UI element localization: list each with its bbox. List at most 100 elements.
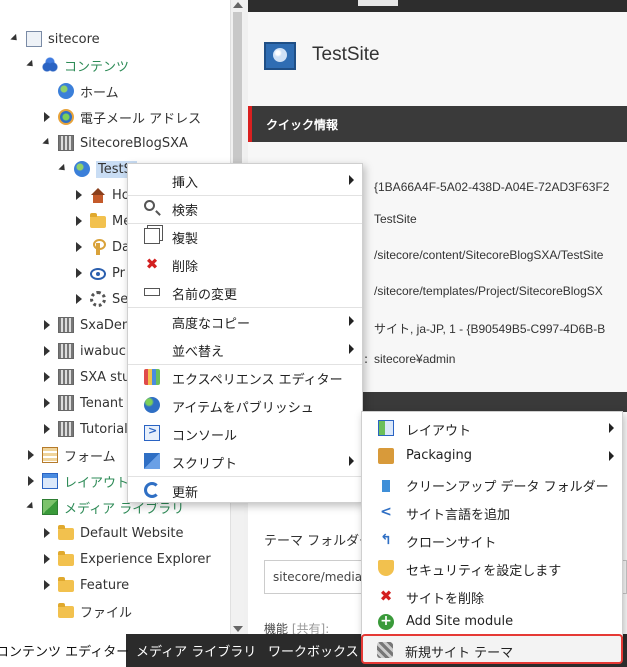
menu-item-refresh[interactable]: 更新	[128, 476, 362, 504]
context-menu: 挿入 検索 複製 ✖ 削除 名前の変更 高度なコピー 並べ替え エクスペリエンス…	[127, 163, 363, 503]
expand-toggle-icon[interactable]	[42, 138, 52, 148]
theme-folder-label: テーマ フォルダー	[264, 534, 373, 549]
tree-node-email[interactable]: 電子メール アドレス	[42, 106, 201, 128]
tree-node-sxademo[interactable]: SxaDem	[42, 314, 135, 336]
tree-node-files[interactable]: ファイル	[42, 600, 132, 622]
expand-toggle-icon[interactable]	[26, 502, 36, 512]
submenu-item-new-site-theme[interactable]: 新規サイト テーマ	[361, 634, 623, 664]
media-library-icon	[42, 499, 58, 515]
tree-node-forms[interactable]: フォーム	[26, 444, 116, 466]
tree-node-iwabuchi[interactable]: iwabuch	[42, 340, 134, 362]
tree-node-data[interactable]: Da	[74, 236, 130, 258]
expand-toggle-icon[interactable]	[42, 528, 52, 538]
tab-content-editor[interactable]: コンテンツ エディター	[0, 634, 129, 667]
menu-item-duplicate[interactable]: 複製	[128, 222, 362, 250]
tree-node-label: Feature	[80, 577, 130, 593]
menu-item-label: 新規サイト テーマ	[405, 646, 514, 661]
expand-toggle-icon[interactable]	[74, 216, 84, 226]
tree-node-tutorial[interactable]: Tutorial	[42, 418, 128, 440]
experience-editor-icon	[144, 369, 160, 385]
tree-node-default-website[interactable]: Default Website	[42, 522, 183, 544]
tree-node-label: Experience Explorer	[80, 551, 211, 567]
tab-label: メディア ライブラリ	[136, 645, 257, 660]
tree-node-media[interactable]: Me	[74, 210, 131, 232]
tab-media-library[interactable]: メディア ライブラリ	[130, 634, 257, 667]
gear-icon	[90, 291, 106, 307]
menu-item-sort[interactable]: 並べ替え	[128, 335, 362, 363]
expand-toggle-icon[interactable]	[74, 242, 84, 252]
tree-node-sxa-studio[interactable]: SXA stu	[42, 366, 130, 388]
submenu-arrow-icon	[349, 344, 354, 354]
theme-icon	[377, 642, 393, 658]
shield-icon	[378, 560, 394, 576]
expand-toggle-icon[interactable]	[42, 112, 52, 122]
submenu-item-add-language[interactable]: < サイト言語を追加	[362, 498, 622, 526]
rename-icon	[144, 288, 160, 296]
tree-node-tenant[interactable]: Tenant	[42, 392, 123, 414]
submenu-item-cleanup[interactable]: クリーンアップ データ フォルダー	[362, 470, 622, 498]
tree-node-home-page[interactable]: Ho	[74, 184, 130, 206]
menu-item-label: Packaging	[406, 448, 472, 463]
menu-item-label: 複製	[172, 232, 199, 247]
tree-node-sitecore[interactable]: sitecore	[10, 28, 100, 50]
expand-toggle-icon[interactable]	[26, 450, 36, 460]
folder-icon	[58, 577, 74, 592]
item-version-value: サイト, ja-JP, 1 - {B90549B5-C997-4D6B-B	[374, 322, 606, 336]
expand-toggle-icon[interactable]	[26, 476, 36, 486]
copy-icon	[144, 228, 160, 244]
scroll-up-icon[interactable]	[233, 2, 243, 8]
tree-node-settings[interactable]: Se	[74, 288, 128, 310]
expand-toggle-icon[interactable]	[42, 398, 52, 408]
expand-toggle-icon[interactable]	[42, 580, 52, 590]
expand-toggle-icon[interactable]	[42, 372, 52, 382]
menu-item-advanced-copy[interactable]: 高度なコピー	[128, 307, 362, 335]
tree-node-feature[interactable]: Feature	[42, 574, 129, 596]
quick-info-header[interactable]: クイック情報	[248, 106, 627, 142]
submenu-arrow-icon	[349, 316, 354, 326]
expand-toggle-icon[interactable]	[74, 268, 84, 278]
menu-item-rename[interactable]: 名前の変更	[128, 278, 362, 306]
tree-node-label: Default Website	[80, 525, 184, 541]
submenu-item-security[interactable]: セキュリティを設定します	[362, 554, 622, 582]
menu-item-delete[interactable]: ✖ 削除	[128, 250, 362, 278]
expand-toggle-icon[interactable]	[26, 60, 36, 70]
submenu-item-delete-site[interactable]: ✖ サイトを削除	[362, 582, 622, 610]
expand-toggle-icon[interactable]	[42, 346, 52, 356]
menu-item-experience-editor[interactable]: エクスペリエンス エディター	[128, 363, 362, 391]
building-icon	[58, 135, 74, 151]
layout-icon	[42, 473, 58, 489]
building-icon	[58, 317, 74, 333]
tab-workbox[interactable]: ワークボックス	[262, 634, 359, 667]
menu-item-publish[interactable]: アイテムをパブリッシュ	[128, 391, 362, 419]
expand-toggle-icon[interactable]	[58, 164, 68, 174]
delete-icon: ✖	[145, 255, 159, 273]
item-id-value: {1BA66A4F-5A02-438D-A04E-72AD3F63F2	[374, 180, 610, 194]
expand-toggle-icon[interactable]	[74, 190, 84, 200]
expand-toggle-icon[interactable]	[10, 34, 20, 44]
menu-item-label: 挿入	[172, 176, 199, 191]
tree-node-presentation[interactable]: Pr	[74, 262, 125, 284]
editor-tab[interactable]	[358, 0, 398, 6]
expand-toggle-icon[interactable]	[42, 320, 52, 330]
submenu-item-packaging[interactable]: Packaging	[362, 442, 622, 470]
menu-item-search[interactable]: 検索	[128, 194, 362, 222]
share-icon: <	[380, 504, 392, 520]
tree-node-content[interactable]: コンテンツ	[26, 54, 129, 76]
menu-item-insert[interactable]: 挿入	[128, 166, 362, 194]
menu-item-label: エクスペリエンス エディター	[172, 373, 343, 388]
menu-item-console[interactable]: コンソール	[128, 419, 362, 447]
tree-node-home[interactable]: ホーム	[42, 80, 119, 102]
submenu-item-clone-site[interactable]: ↰ クローンサイト	[362, 526, 622, 554]
menu-item-scripts[interactable]: スクリプト	[128, 447, 362, 475]
expand-toggle-icon[interactable]	[74, 294, 84, 304]
scroll-down-icon[interactable]	[233, 626, 243, 632]
expand-toggle-icon[interactable]	[42, 554, 52, 564]
tree-node-testsite[interactable]: TestSi	[58, 158, 138, 180]
tree-node-layout[interactable]: レイアウト	[26, 470, 129, 492]
expand-toggle-icon[interactable]	[42, 424, 52, 434]
tree-node-sitecoreblogsxa[interactable]: SitecoreBlogSXA	[42, 132, 188, 154]
building-icon	[58, 343, 74, 359]
tree-node-experience-explorer[interactable]: Experience Explorer	[42, 548, 211, 570]
submenu-item-add-site-module[interactable]: + Add Site module	[362, 608, 622, 636]
submenu-item-layout[interactable]: レイアウト	[362, 414, 622, 442]
